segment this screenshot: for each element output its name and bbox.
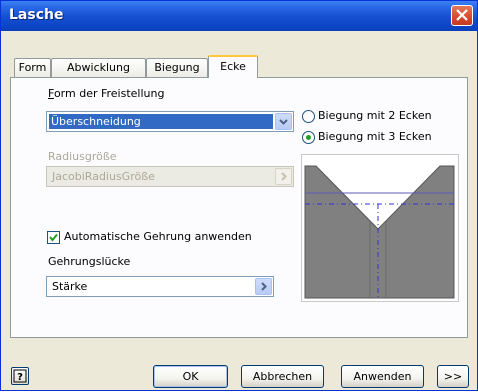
tab-abwicklung-label: Abwicklung — [67, 61, 130, 74]
tab-ecke-label: Ecke — [220, 60, 246, 73]
tab-form-label: Form — [18, 61, 47, 74]
tab-form[interactable]: Form — [14, 58, 51, 78]
more-options-button[interactable]: >> — [437, 365, 469, 388]
tab-biegung-label: Biegung — [154, 61, 200, 74]
radio-selected-dot — [306, 135, 311, 140]
cancel-button[interactable]: Abbrechen — [241, 365, 324, 388]
radio-three-corners[interactable] — [302, 131, 315, 144]
checkmark-icon — [49, 233, 58, 242]
relief-shape-value: Überschneidung — [49, 114, 273, 129]
apply-button[interactable]: Anwenden — [341, 365, 424, 388]
tab-ecke[interactable]: Ecke — [208, 55, 258, 78]
miter-gap-button[interactable] — [255, 278, 272, 295]
tab-biegung[interactable]: Biegung — [146, 58, 208, 78]
close-button[interactable] — [451, 5, 473, 26]
help-button[interactable]: ? — [11, 367, 29, 385]
radio-two-corners[interactable] — [302, 110, 315, 123]
ok-button[interactable]: OK — [153, 365, 228, 388]
dialog-window: Lasche Form Abwicklung Biegung Ecke Form… — [0, 0, 478, 391]
tab-abwicklung[interactable]: Abwicklung — [51, 58, 146, 78]
chevron-right-icon — [261, 282, 267, 291]
relief-shape-dropdown-button[interactable] — [275, 113, 292, 130]
miter-gap-field[interactable]: Stärke — [46, 276, 274, 297]
title-bar[interactable]: Lasche — [1, 1, 477, 31]
svg-text:?: ? — [17, 372, 23, 383]
help-icon: ? — [13, 369, 27, 383]
auto-miter-checkbox[interactable] — [47, 231, 60, 244]
chevron-down-icon — [279, 119, 288, 125]
miter-gap-value: Stärke — [52, 280, 88, 293]
close-icon — [456, 9, 468, 21]
window-title: Lasche — [9, 7, 64, 23]
relief-shape-select[interactable]: Überschneidung — [46, 111, 294, 132]
